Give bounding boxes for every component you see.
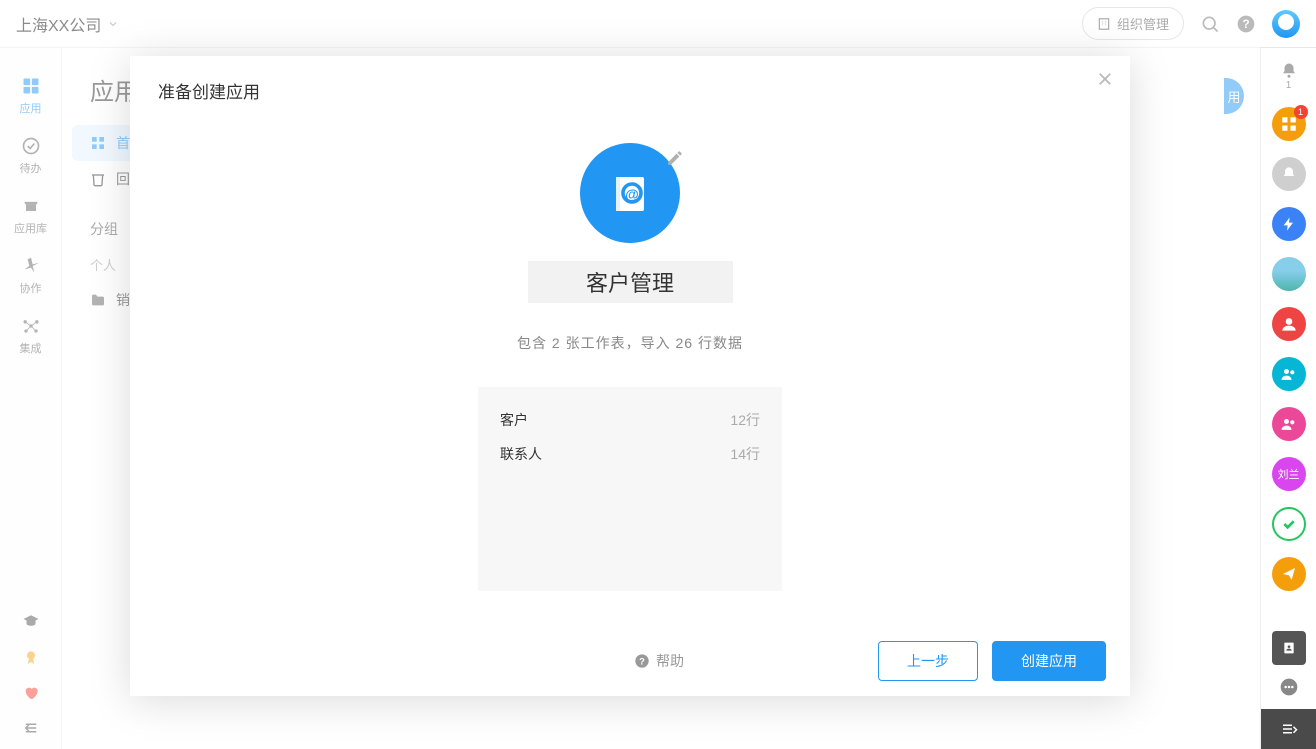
edit-icon[interactable] [666, 149, 686, 169]
rail-check-green[interactable] [1272, 507, 1306, 541]
chat-icon[interactable] [1279, 677, 1299, 697]
modal-title: 准备创建应用 [130, 56, 1130, 113]
sheet-name: 客户 [500, 410, 528, 430]
sheet-name: 联系人 [500, 444, 542, 464]
badge-count: 1 [1294, 105, 1308, 119]
svg-text:@: @ [625, 186, 639, 202]
sheet-rows: 14行 [730, 444, 760, 464]
rail-bell-grey[interactable] [1272, 157, 1306, 191]
sheet-list: 客户 12行 联系人 14行 [478, 387, 782, 591]
rail-avatar-text[interactable]: 刘兰 [1272, 457, 1306, 491]
create-button[interactable]: 创建应用 [992, 641, 1106, 681]
right-rail: 1 1 刘兰 [1260, 48, 1316, 749]
rail-group-pink[interactable] [1272, 407, 1306, 441]
rail-app-orange[interactable]: 1 [1272, 107, 1306, 141]
rail-avatar-label: 刘兰 [1278, 466, 1300, 482]
rail-send-orange[interactable] [1272, 557, 1306, 591]
rail-avatar-1[interactable] [1272, 257, 1306, 291]
help-link[interactable]: ? 帮助 [634, 651, 684, 671]
app-summary: 包含 2 张工作表，导入 26 行数据 [517, 333, 743, 353]
sheet-row: 联系人 14行 [500, 437, 760, 471]
rail-group-teal[interactable] [1272, 357, 1306, 391]
sheet-rows: 12行 [730, 410, 760, 430]
sheet-row: 客户 12行 [500, 403, 760, 437]
rail-contacts[interactable] [1272, 631, 1306, 665]
rail-bolt-blue[interactable] [1272, 207, 1306, 241]
notification-bell[interactable]: 1 [1280, 62, 1298, 91]
app-icon: @ [580, 143, 680, 243]
user-avatar[interactable] [1272, 10, 1300, 38]
rail-collapse-button[interactable] [1261, 709, 1316, 749]
svg-text:?: ? [639, 656, 645, 666]
bell-count: 1 [1286, 80, 1292, 91]
help-circle-icon: ? [634, 653, 650, 669]
close-icon[interactable] [1096, 70, 1114, 88]
rail-avatar-2[interactable] [1272, 307, 1306, 341]
app-name-input[interactable] [528, 261, 733, 303]
create-app-modal: 准备创建应用 @ 包含 2 张工作表，导入 26 行数据 客户 12行 联系人 [130, 56, 1130, 696]
help-label: 帮助 [656, 651, 684, 671]
back-button[interactable]: 上一步 [878, 641, 978, 681]
